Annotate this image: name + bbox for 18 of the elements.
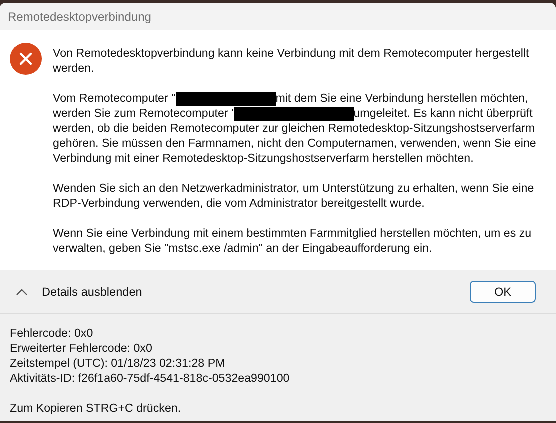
detail-line: Zeitstempel (UTC): 01/18/23 02:31:28 PM: [10, 356, 226, 371]
chevron-icon: [16, 288, 28, 296]
detail-line: Fehlercode: 0x0: [10, 326, 94, 341]
detail-line: Erweiterter Fehlercode: 0x0: [10, 341, 154, 356]
details-toggle[interactable]: Details ausblenden: [12, 284, 146, 298]
message-text: umgeleitet. Es kann nicht überprüft: [354, 106, 533, 121]
message-text: mit dem Sie eine Verbindung herstellen möchten,: [276, 91, 528, 106]
ok-button[interactable]: OK: [470, 280, 536, 302]
message-paragraph: Von Remotedesktopverbindung kann keine Verbindung mit dem Remotecomputer hergestellt werden.: [53, 46, 530, 76]
detail-line: Aktivitäts-ID: f26f1a60-75df-4541-818c-0532ea990100: [10, 371, 291, 386]
copy-hint: Zum Kopieren STRG+C drücken.: [10, 401, 182, 416]
message-text: Vom Remotecomputer ": [53, 91, 176, 106]
message-text: werden Sie zum Remotecomputer ': [53, 106, 234, 121]
error-icon: [10, 43, 42, 75]
window-title: Remotedesktopverbindung: [8, 10, 152, 24]
message-paragraph: Wenden Sie sich an den Netzwerkadministrator, um Unterstützung zu erhalten, wenn Sie eine RDP-Verbindung verwenden, die vom Administrator bereitgestellt wurde.: [53, 181, 536, 211]
message-text: werden, ob die beiden Remotecomputer zur gleichen Remotedesktop-Sitzungshostserverfarm gehören. Sie müssen den Farmnamen, nicht den Computernamen, verwenden, wenn Sie eine Verbindung mit einer Remotedesktop-Sitzungshostserverfarm herstellen möchten.: [53, 121, 538, 166]
message-paragraph: Wenn Sie eine Verbindung mit einem bestimmten Farmmitglied herstellen möchten, um es zu verwalten, geben Sie "mstsc.exe /admin" an der Eingabeaufforderung ein.: [53, 226, 533, 256]
